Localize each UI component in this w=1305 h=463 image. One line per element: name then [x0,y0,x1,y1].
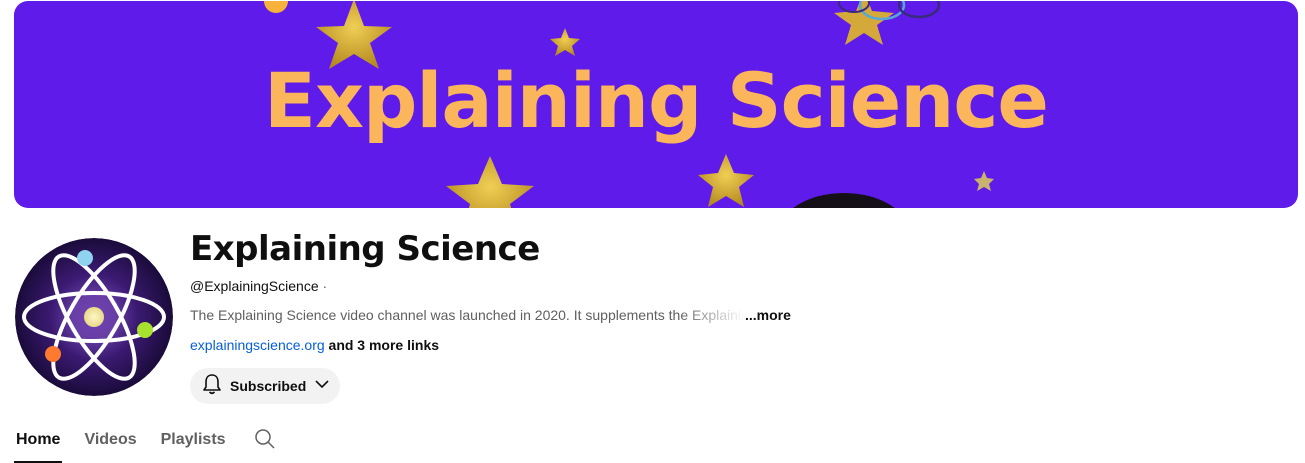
tab-playlists[interactable]: Playlists [159,420,228,463]
channel-avatar[interactable] [15,238,173,396]
channel-tabs: Home Videos Playlists [14,420,275,463]
channel-name: Explaining Science [190,229,540,269]
star-decoration [446,156,534,208]
dark-planet-decoration [793,193,895,208]
channel-handle-row: @ExplainingScience · [190,278,327,294]
star-decoration [974,171,994,191]
channel-description[interactable]: The Explaining Science video channel was… [190,307,745,323]
bell-icon [202,373,222,400]
star-decoration [698,154,754,207]
subscribed-label: Subscribed [230,378,307,394]
channel-banner: Explaining Science [14,1,1298,208]
description-more-link[interactable]: ...more [745,307,791,323]
handle-separator: · [322,278,328,294]
channel-website-link[interactable]: explainingscience.org [190,337,325,353]
chevron-down-icon [314,376,330,397]
orb-decoration [264,1,288,13]
search-icon[interactable] [254,428,278,452]
tab-home[interactable]: Home [14,420,63,463]
subscribed-button[interactable]: Subscribed [190,368,340,404]
more-links-button[interactable]: and 3 more links [329,337,439,353]
star-decoration [550,28,580,56]
channel-handle: @ExplainingScience [190,278,319,294]
atom-icon [15,238,173,396]
banner-title: Explaining Science [264,56,1049,145]
channel-links-row: explainingscience.org and 3 more links [190,337,439,353]
planet-decoration [834,1,941,45]
channel-description-row[interactable]: The Explaining Science video channel was… [190,307,791,323]
tab-videos[interactable]: Videos [82,420,138,463]
